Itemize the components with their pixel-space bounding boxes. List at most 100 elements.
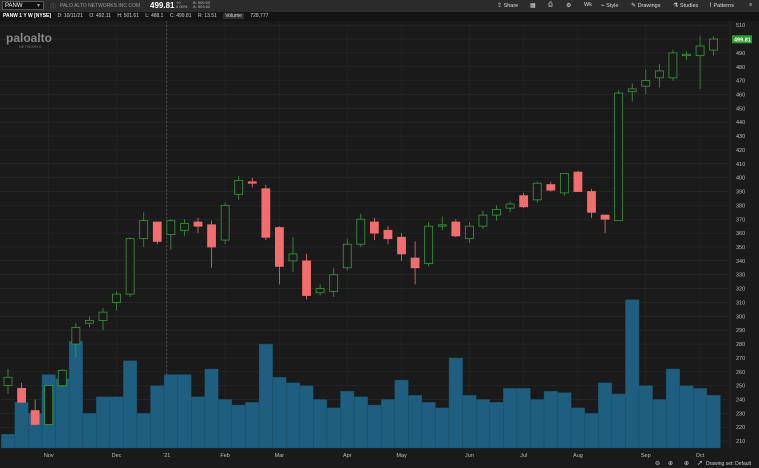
y-tick-label: 350	[736, 245, 745, 251]
y-tick-label: 320	[736, 287, 745, 293]
candle-body-down	[261, 188, 271, 238]
symbol-value: PANW	[5, 3, 23, 9]
zoom-out-icon[interactable]: ⊖	[655, 460, 660, 467]
volume-bar	[557, 392, 572, 449]
candle-body-up	[57, 369, 67, 387]
volume-bar	[272, 377, 287, 449]
y-tick-label: 450	[736, 106, 745, 112]
candle-body-up	[614, 92, 624, 222]
study-title: PANW 1 Y W [NYSE]	[3, 13, 52, 19]
volume-bar	[313, 399, 328, 449]
volume-bar	[150, 385, 165, 449]
candle-body-up	[112, 293, 121, 303]
y-tick-label: 300	[736, 314, 745, 320]
volume-bar	[218, 399, 233, 449]
candle-body-up	[532, 182, 542, 201]
bid-ask-block: B: 500.00 A: 503.52	[193, 1, 210, 9]
y-tick-label: 220	[736, 425, 745, 431]
candle-body-down	[193, 221, 203, 227]
grid-button[interactable]: ▦	[530, 2, 536, 9]
settings-button[interactable]: ⚙	[566, 2, 571, 9]
style-button[interactable]: ⌁ Style	[601, 2, 618, 9]
price-chart[interactable]: 210 220 230 240 250 260 270 280 290 300 310 320 330 3…	[0, 21, 759, 459]
print-button[interactable]: ⎙	[548, 2, 553, 9]
y-tick-label: 210	[736, 439, 745, 445]
studies-button[interactable]: ⚗ Studies	[673, 2, 698, 9]
cursor-icon[interactable]: ➚	[697, 459, 703, 467]
volume-bar	[380, 399, 395, 449]
candle-body-down	[519, 195, 529, 208]
candle-body-down	[546, 184, 556, 191]
volume-bar	[448, 357, 463, 449]
volume-bar	[136, 413, 151, 449]
candle-body-up	[437, 224, 447, 227]
drawings-label: Drawings	[637, 3, 661, 9]
candle-body-up	[220, 204, 230, 241]
change-block: +0 0.00%	[176, 1, 187, 9]
share-button[interactable]: ⇪ Share	[497, 2, 518, 9]
volume-bar	[123, 360, 138, 449]
share-icon: ⇪	[497, 3, 503, 9]
y-tick-label: 480	[736, 65, 745, 71]
candle-body-up	[478, 214, 488, 227]
style-icon: ⌁	[601, 3, 605, 9]
volume-bar	[190, 396, 205, 449]
volume-bar	[475, 399, 490, 449]
candle-body-down	[30, 410, 40, 425]
timeframe-button[interactable]: Wk	[584, 2, 592, 8]
volume-bar	[570, 407, 585, 449]
volume-bar	[340, 390, 355, 449]
volume-bar	[14, 402, 29, 449]
volume-bar	[285, 382, 300, 449]
candle-body-up	[654, 70, 664, 79]
volume-bar	[231, 404, 246, 449]
candle-body-up	[329, 274, 339, 292]
candle-body-up	[180, 223, 189, 231]
patterns-button[interactable]: ⌇ Patterns	[709, 2, 734, 9]
volume-bar	[96, 396, 110, 449]
printer-icon: ⎙	[548, 2, 553, 8]
symbol-input[interactable]: PANW ▼	[2, 1, 44, 10]
candle-body-up	[315, 288, 325, 294]
candle-body-up	[356, 218, 366, 245]
zoom-in-icon[interactable]: ⊕	[668, 460, 673, 467]
candle-body-up	[559, 173, 569, 194]
volume-bar	[611, 393, 626, 449]
drawings-button[interactable]: ✎ Drawings	[631, 2, 661, 9]
y-tick-label: 440	[736, 120, 745, 126]
volume-bar	[204, 368, 219, 449]
y-tick-label: 370	[736, 217, 745, 223]
candle-body-up	[98, 311, 108, 321]
info-range: R: 13.51	[197, 13, 217, 19]
candle-body-down	[600, 214, 610, 220]
info-bar: PANW 1 Y W [NYSE] D: 10/11/21 O: 492.11 …	[0, 12, 759, 21]
volume-bar	[693, 388, 708, 449]
volume-bar	[55, 378, 70, 449]
volume-bar	[421, 402, 436, 449]
volume-bar	[109, 396, 124, 449]
company-name: PALO ALTO NETWORKS INC COM	[60, 3, 141, 9]
volume-bar	[462, 395, 477, 449]
info-date: D: 10/11/21	[57, 13, 83, 19]
volume-bar	[245, 402, 260, 449]
y-tick-label: 390	[736, 190, 745, 196]
info-low: L: 488.1	[145, 13, 164, 19]
chevron-down-icon[interactable]: ▼	[36, 2, 41, 11]
candle-body-down	[587, 191, 596, 213]
crosshair-icon[interactable]: ⊕	[684, 460, 689, 467]
menu-icon[interactable]: ≡	[749, 2, 752, 8]
logo-text: paloalto	[6, 31, 53, 45]
logo-subtext: NETWORKS	[19, 45, 42, 49]
candle-body-up	[505, 203, 515, 209]
info-close: C: 499.81	[169, 13, 192, 19]
candle-body-down	[383, 229, 393, 240]
info-icon[interactable]: ⓘ	[50, 2, 56, 11]
volume-bar	[299, 385, 314, 449]
y-tick-label: 430	[736, 134, 745, 140]
last-price: 499.81	[150, 1, 175, 10]
volume-label: Volume	[223, 13, 244, 19]
y-tick-label: 230	[736, 411, 745, 417]
volume-bar	[706, 395, 721, 449]
candle-body-up	[668, 52, 678, 79]
volume-bar	[82, 413, 97, 449]
